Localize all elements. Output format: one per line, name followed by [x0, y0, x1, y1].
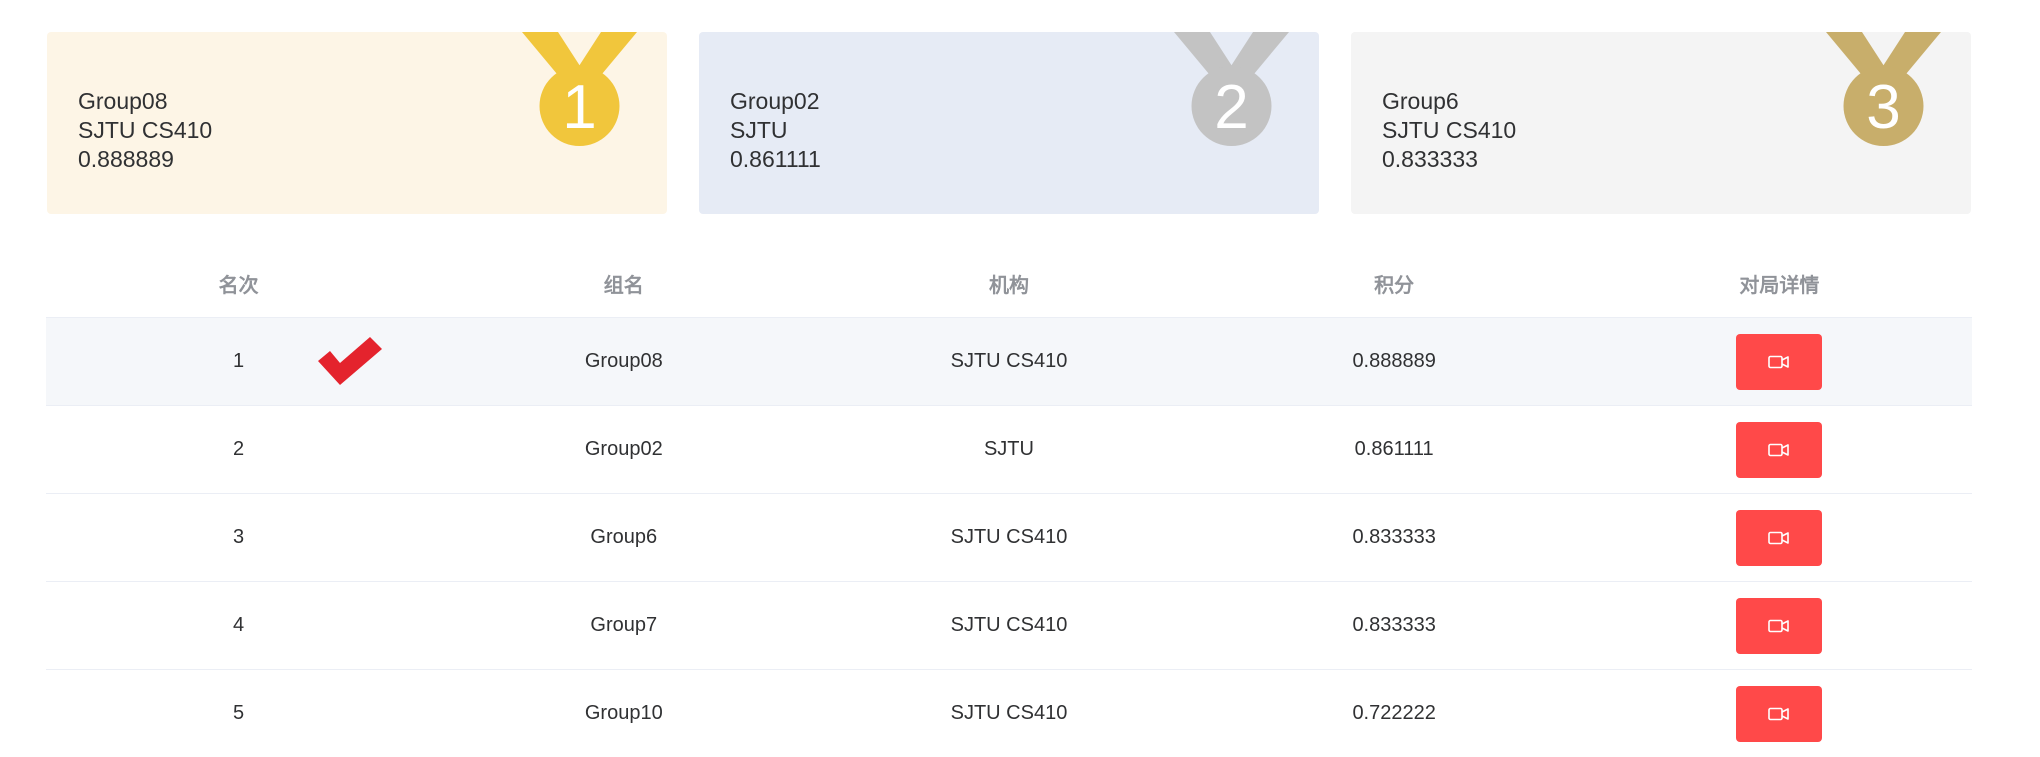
- podium-card-second: Group02 SJTU 0.861111 2: [699, 32, 1319, 214]
- video-camera-icon: [1768, 619, 1790, 632]
- table-row[interactable]: 3 Group6 SJTU CS410 0.833333: [46, 494, 1972, 582]
- cell-rank: 5: [233, 702, 245, 724]
- cell-org: SJTU CS410: [950, 702, 1068, 724]
- header-score[interactable]: 积分: [1202, 269, 1587, 298]
- cell-group: Group6: [590, 526, 658, 548]
- cell-details: [1587, 685, 1972, 742]
- table-row[interactable]: 4 Group7 SJTU CS410 0.833333: [46, 582, 1972, 670]
- cell-score: 0.833333: [1352, 526, 1436, 548]
- medal-number: 3: [1866, 73, 1900, 142]
- cell-score: 0.722222: [1352, 702, 1436, 724]
- cell-rank: 4: [233, 614, 245, 636]
- header-rank[interactable]: 名次: [46, 269, 431, 298]
- cell-group: Group7: [590, 614, 658, 636]
- cell-details: [1587, 597, 1972, 654]
- cell-score: 0.833333: [1352, 614, 1436, 636]
- header-org[interactable]: 机构: [816, 269, 1201, 298]
- podium-card-third: Group6 SJTU CS410 0.833333 3: [1351, 32, 1971, 214]
- ranking-table: 名次 组名 机构 积分 对局详情 1 Group08 SJTU CS410 0.…: [46, 250, 1972, 757]
- video-camera-icon: [1768, 355, 1790, 368]
- header-details[interactable]: 对局详情: [1587, 269, 1972, 298]
- cell-details: [1587, 509, 1972, 566]
- video-camera-icon: [1768, 707, 1790, 720]
- cell-rank: 2: [233, 438, 245, 460]
- podium-card-first: Group08 SJTU CS410 0.888889 1: [47, 32, 667, 214]
- view-match-details-button[interactable]: [1736, 421, 1823, 478]
- view-match-details-button[interactable]: [1736, 509, 1823, 566]
- video-camera-icon: [1768, 443, 1790, 456]
- cell-score: 0.861111: [1354, 438, 1434, 460]
- table-header: 名次 组名 机构 积分 对局详情: [46, 250, 1972, 318]
- podium-card-text: Group02 SJTU 0.861111: [730, 87, 821, 174]
- podium-score: 0.861111: [730, 146, 821, 172]
- table-row[interactable]: 5 Group10 SJTU CS410 0.722222: [46, 670, 1972, 757]
- cell-rank: 3: [233, 526, 245, 548]
- cell-org: SJTU CS410: [950, 526, 1068, 548]
- podium-card-text: Group6 SJTU CS410 0.833333: [1382, 87, 1516, 174]
- checkmark-icon: [318, 336, 382, 385]
- podium-org: SJTU CS410: [78, 117, 213, 143]
- podium-org: SJTU: [730, 117, 788, 143]
- cell-score: 0.888889: [1352, 350, 1436, 372]
- podium-score: 0.888889: [78, 146, 174, 172]
- table-row[interactable]: 1 Group08 SJTU CS410 0.888889: [46, 318, 1972, 406]
- cell-details: [1587, 421, 1972, 478]
- podium-card-text: Group08 SJTU CS410 0.888889: [78, 87, 212, 174]
- cell-org: SJTU: [983, 438, 1034, 460]
- gold-medal-icon: 1: [522, 32, 637, 146]
- silver-medal-icon: 2: [1174, 32, 1289, 146]
- podium-score: 0.833333: [1382, 146, 1478, 172]
- podium-group-name: Group6: [1382, 88, 1459, 114]
- view-match-details-button[interactable]: [1736, 685, 1823, 742]
- bronze-medal-icon: 3: [1826, 32, 1941, 146]
- video-camera-icon: [1768, 531, 1790, 544]
- table-row[interactable]: 2 Group02 SJTU 0.861111: [46, 406, 1972, 494]
- medal-number: 1: [562, 73, 596, 142]
- podium-group-name: Group02: [730, 88, 820, 114]
- cell-org: SJTU CS410: [950, 350, 1068, 372]
- podium-org: SJTU CS410: [1382, 117, 1517, 143]
- cell-group: Group10: [584, 702, 663, 724]
- cell-org: SJTU CS410: [950, 614, 1068, 636]
- header-group[interactable]: 组名: [431, 269, 816, 298]
- view-match-details-button[interactable]: [1736, 597, 1823, 654]
- cell-details: [1587, 333, 1972, 390]
- rank-value: 1: [233, 350, 245, 372]
- leaderboard-page: Group08 SJTU CS410 0.888889 1 Group02 SJ…: [0, 0, 2040, 757]
- cell-group: Group02: [584, 438, 663, 460]
- medal-number: 2: [1214, 73, 1248, 142]
- cell-rank: 1: [46, 336, 431, 385]
- podium: Group08 SJTU CS410 0.888889 1 Group02 SJ…: [47, 32, 1971, 214]
- podium-group-name: Group08: [78, 88, 168, 114]
- view-match-details-button[interactable]: [1736, 333, 1823, 390]
- cell-group: Group08: [584, 350, 663, 372]
